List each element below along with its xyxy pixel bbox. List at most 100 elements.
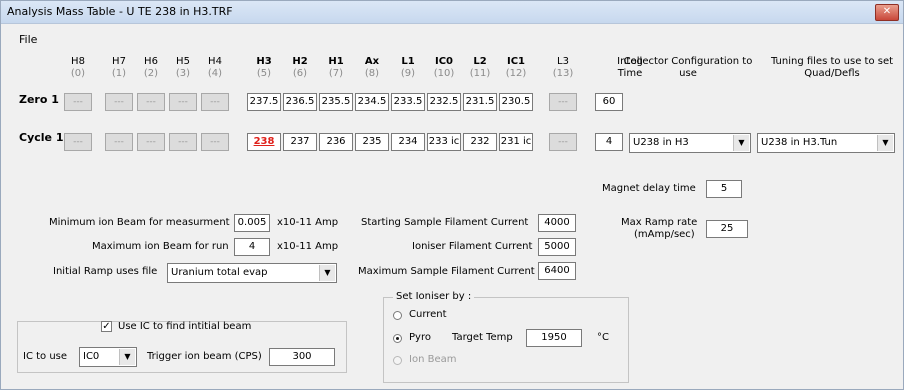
radio-current-label: Current	[409, 309, 447, 320]
cycle-cell-13[interactable]: ---	[549, 133, 577, 151]
max-beam-label: Maximum ion Beam for run	[92, 241, 229, 252]
cycle-cell-5[interactable]: 238	[247, 133, 281, 151]
radio-ion-beam-label: Ion Beam	[409, 354, 457, 365]
zero-cell-4[interactable]: ---	[201, 93, 229, 111]
ramp-file-label: Initial Ramp uses file	[53, 266, 158, 277]
column-number: (6)	[292, 68, 308, 79]
ioniser-filament-input[interactable]: 5000	[538, 238, 576, 256]
chevron-down-icon[interactable]: ▼	[319, 265, 335, 281]
column-number: (4)	[207, 68, 223, 79]
cycle-cell-3[interactable]: ---	[169, 133, 197, 151]
collector-config-header: Collector Configuration to use	[623, 56, 753, 79]
zero-cell-7[interactable]: 235.5	[319, 93, 353, 111]
column-name: IC0	[434, 56, 454, 67]
column-name: H7	[112, 56, 126, 67]
column-header-3: H5 (3)	[169, 56, 197, 80]
max-filament-label: Maximum Sample Filament Current	[358, 266, 535, 277]
min-beam-input[interactable]: 0.005	[234, 214, 270, 232]
max-ramp-unit: (mAmp/sec)	[634, 229, 695, 240]
zero-integ-time-input[interactable]: 60	[595, 93, 623, 111]
zero-cell-0[interactable]: ---	[64, 93, 92, 111]
cycle-cell-0[interactable]: ---	[64, 133, 92, 151]
column-number: (5)	[256, 68, 272, 79]
analysis-mass-table-window: Analysis Mass Table - U TE 238 in H3.TRF…	[0, 0, 904, 390]
cycle-cell-8[interactable]: 235	[355, 133, 389, 151]
start-filament-input[interactable]: 4000	[538, 214, 576, 232]
zero-cell-1[interactable]: ---	[105, 93, 133, 111]
tuning-file-select[interactable]: U238 in H3.Tun ▼	[757, 133, 895, 153]
title-bar: Analysis Mass Table - U TE 238 in H3.TRF…	[1, 1, 903, 24]
use-ic-checkbox[interactable]: ✓	[101, 321, 112, 332]
zero-cell-9[interactable]: 233.5	[391, 93, 425, 111]
ic-to-use-select[interactable]: IC0 ▼	[79, 347, 137, 367]
menu-file[interactable]: File	[19, 33, 37, 46]
column-header-12: IC1 (12)	[502, 56, 530, 80]
zero-cell-5[interactable]: 237.5	[247, 93, 281, 111]
cycle-cell-9[interactable]: 234	[391, 133, 425, 151]
max-beam-input[interactable]: 4	[234, 238, 270, 256]
max-filament-input[interactable]: 6400	[538, 262, 576, 280]
zero-cell-3[interactable]: ---	[169, 93, 197, 111]
zero-cell-12[interactable]: 230.5	[499, 93, 533, 111]
max-ramp-input[interactable]: 25	[706, 220, 748, 238]
column-name: H2	[292, 56, 308, 67]
target-temp-input[interactable]: 1950	[526, 329, 582, 347]
column-number: (3)	[175, 68, 191, 79]
start-filament-label: Starting Sample Filament Current	[361, 217, 529, 228]
tuning-files-header: Tuning files to use to set Quad/Defls	[770, 56, 894, 79]
chevron-down-icon[interactable]: ▼	[119, 349, 135, 365]
reference-mass-value: 238	[253, 136, 275, 147]
column-number: (0)	[70, 68, 86, 79]
radio-pyro-label: Pyro	[409, 332, 431, 343]
cycle-cell-11[interactable]: 232	[463, 133, 497, 151]
column-name: L1	[401, 56, 415, 67]
close-icon[interactable]: ✕	[875, 4, 899, 21]
column-name: H6	[144, 56, 158, 67]
trigger-input[interactable]: 300	[269, 348, 335, 366]
zero-cell-11[interactable]: 231.5	[463, 93, 497, 111]
zero-cell-8[interactable]: 234.5	[355, 93, 389, 111]
radio-pyro[interactable]	[393, 334, 402, 343]
radio-current[interactable]	[393, 311, 402, 320]
column-number: (8)	[364, 68, 380, 79]
radio-ion-beam[interactable]	[393, 356, 402, 365]
ramp-file-select[interactable]: Uranium total evap ▼	[167, 263, 337, 283]
ioniser-filament-label: Ioniser Filament Current	[412, 241, 533, 252]
cycle-cell-12[interactable]: 231 ic	[499, 133, 533, 151]
chevron-down-icon[interactable]: ▼	[877, 135, 893, 151]
ic-to-use-value: IC0	[83, 351, 100, 362]
column-number: (12)	[505, 68, 527, 79]
cycle-cell-2[interactable]: ---	[137, 133, 165, 151]
column-number: (10)	[433, 68, 455, 79]
column-number: (7)	[328, 68, 344, 79]
column-name: Ax	[364, 56, 380, 67]
column-name: L3	[557, 56, 569, 67]
zero-cell-2[interactable]: ---	[137, 93, 165, 111]
window-title: Analysis Mass Table - U TE 238 in H3.TRF	[7, 5, 233, 18]
zero-cell-6[interactable]: 236.5	[283, 93, 317, 111]
magnet-delay-input[interactable]: 5	[706, 180, 742, 198]
column-number: (13)	[552, 68, 574, 79]
column-header-7: H1 (7)	[322, 56, 350, 80]
column-number: (2)	[143, 68, 159, 79]
column-header-13: L3 (13)	[549, 56, 577, 80]
column-name: IC1	[506, 56, 526, 67]
collector-config-value: U238 in H3	[633, 137, 689, 148]
cycle-cell-7[interactable]: 236	[319, 133, 353, 151]
zero-cell-10[interactable]: 232.5	[427, 93, 461, 111]
zero-row-label: Zero 1	[19, 93, 59, 106]
cycle-integ-time-input[interactable]: 4	[595, 133, 623, 151]
cycle-cell-10[interactable]: 233 ic	[427, 133, 461, 151]
zero-cell-13[interactable]: ---	[549, 93, 577, 111]
column-header-5: H3 (5)	[250, 56, 278, 80]
max-beam-unit: x10-11 Amp	[277, 241, 339, 252]
cycle-cell-6[interactable]: 237	[283, 133, 317, 151]
ic-to-use-label: IC to use	[23, 351, 68, 362]
tuning-file-value: U238 in H3.Tun	[761, 137, 838, 148]
collector-config-select[interactable]: U238 in H3 ▼	[629, 133, 751, 153]
chevron-down-icon[interactable]: ▼	[733, 135, 749, 151]
set-ioniser-legend: Set Ioniser by :	[393, 291, 475, 302]
cycle-cell-1[interactable]: ---	[105, 133, 133, 151]
column-header-4: H4 (4)	[201, 56, 229, 80]
cycle-cell-4[interactable]: ---	[201, 133, 229, 151]
